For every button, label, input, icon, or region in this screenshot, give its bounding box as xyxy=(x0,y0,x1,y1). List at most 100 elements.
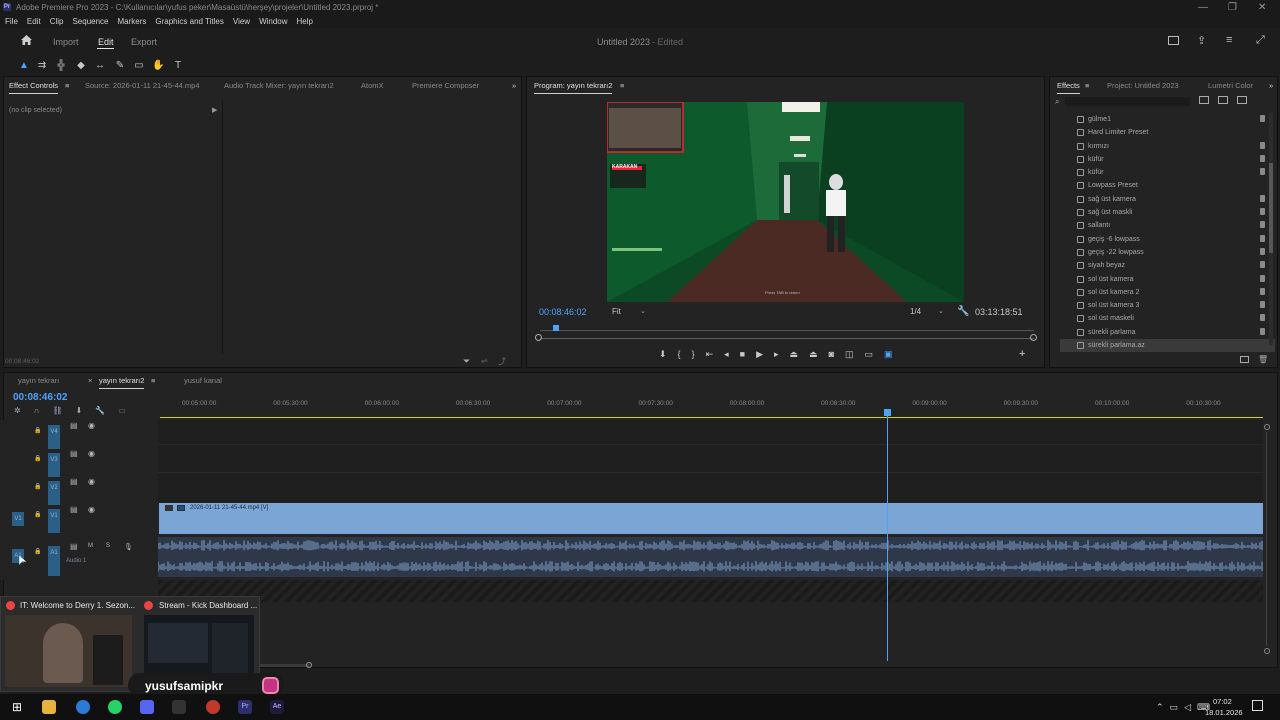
track-sync-icon[interactable]: ▤ xyxy=(70,505,78,514)
trash-icon[interactable] xyxy=(1260,274,1265,282)
effects-list-item[interactable]: Lowpass Preset xyxy=(1060,179,1275,192)
extract-icon[interactable]: ⏏ xyxy=(809,349,829,359)
volume-icon[interactable]: ◁ xyxy=(1184,702,1197,712)
preview-title-1[interactable]: IT: Welcome to Derry 1. Sezon... xyxy=(20,601,135,610)
tray-chevron-icon[interactable]: ⌃ xyxy=(1156,702,1170,712)
effects-list-item[interactable]: gülme1 xyxy=(1060,113,1275,126)
program-menu-icon[interactable]: ≡ xyxy=(620,81,624,90)
program-timecode[interactable]: 00:08:46:02 xyxy=(539,307,587,317)
preview-thumbnail-1[interactable] xyxy=(5,615,132,687)
effects-list-item[interactable]: geçiş -22 lowpass xyxy=(1060,246,1275,259)
zoom-select[interactable]: Fit xyxy=(612,307,621,316)
trash-icon[interactable] xyxy=(1260,115,1265,122)
menu-clip[interactable]: Clip xyxy=(50,17,64,26)
source-patch-v1[interactable]: V1 xyxy=(12,512,24,526)
hand-tool-icon[interactable]: ✋ xyxy=(152,60,164,72)
restore-icon[interactable]: ❐ xyxy=(1228,2,1237,13)
mark-out-icon[interactable]: } xyxy=(692,349,706,359)
track-target-a1[interactable]: A1 xyxy=(48,546,60,576)
safe-margins-icon[interactable]: ▭ xyxy=(865,349,885,359)
effects-list-item[interactable]: sürekli parlama xyxy=(1060,326,1275,339)
tab-source[interactable]: Source: 2026-01-11 21-45-44.mp4 xyxy=(85,81,200,90)
program-mini-playhead[interactable] xyxy=(553,325,559,331)
eye-icon[interactable]: ◉ xyxy=(88,421,95,430)
accelerated-effects-icon[interactable] xyxy=(1199,96,1209,104)
rectangle-tool-icon[interactable]: ▭ xyxy=(133,60,145,72)
track-lock-icon[interactable]: 🔒 xyxy=(34,511,41,518)
tab-effect-controls[interactable]: Effect Controls xyxy=(9,81,59,94)
loop-icon[interactable]: ⇌ xyxy=(481,356,488,365)
trash-icon[interactable] xyxy=(1260,261,1265,269)
add-marker-icon[interactable]: ⬇ xyxy=(76,406,96,415)
stop-icon[interactable]: ■ xyxy=(740,349,756,359)
tab-premiere-composer[interactable]: Premiere Composer xyxy=(412,81,479,90)
slip-tool-icon[interactable]: ↔ xyxy=(94,60,106,72)
panel-menu-icon[interactable]: ≡ xyxy=(65,81,69,90)
trash-icon[interactable] xyxy=(1260,141,1265,149)
vertical-scrollbar[interactable] xyxy=(1266,432,1267,646)
trash-icon[interactable] xyxy=(1260,327,1265,335)
menu-view[interactable]: View xyxy=(233,17,250,26)
effects-list-item[interactable]: sağ üst kamera xyxy=(1060,193,1275,206)
menu-file[interactable]: File xyxy=(5,17,18,26)
effects-list-item[interactable]: Hard Limiter Preset xyxy=(1060,126,1275,139)
zoom-chevron-icon[interactable]: ⌄ xyxy=(640,307,646,315)
playhead-handle[interactable] xyxy=(884,409,891,416)
effects-list-item[interactable]: sol üst maskeli xyxy=(1060,312,1275,325)
program-scrub-bar[interactable] xyxy=(540,338,1034,339)
trash-icon[interactable] xyxy=(1260,221,1265,229)
step-forward-icon[interactable]: ▸ xyxy=(774,349,790,359)
search-icon[interactable]: ⌕ xyxy=(1055,97,1059,107)
nest-icon[interactable]: ✲ xyxy=(14,406,34,415)
time-ruler[interactable]: 00:05:00:00 00:05:30:00 00:06:00:00 00:06:3… xyxy=(160,400,1260,410)
tab-sequence-2[interactable]: yayın tekrarı2 xyxy=(99,376,145,389)
marker-icon[interactable]: ⬇ xyxy=(659,349,678,359)
menu-sequence[interactable]: Sequence xyxy=(72,17,108,26)
resolution-select[interactable]: 1/4 xyxy=(910,307,921,316)
filter-icon[interactable]: ⏷ xyxy=(463,356,470,367)
effects-menu-icon[interactable]: ≡ xyxy=(1085,81,1089,90)
effects-list-item[interactable]: küfür xyxy=(1060,153,1275,166)
menu-graphics[interactable]: Graphics and Titles xyxy=(155,17,223,26)
tab-edit[interactable]: Edit xyxy=(98,37,114,47)
work-area-bar[interactable] xyxy=(160,417,1263,418)
trash-icon[interactable] xyxy=(1260,234,1265,242)
track-lock-icon[interactable]: 🔒 xyxy=(34,455,41,462)
expand-arrow-icon[interactable]: ▶ xyxy=(212,106,217,114)
step-back-icon[interactable]: ◂ xyxy=(724,349,740,359)
effects-list-item[interactable]: kırmızı xyxy=(1060,140,1275,153)
clock-date[interactable]: 18.01.2026 xyxy=(1205,708,1243,717)
track-sync-icon[interactable]: ▤ xyxy=(70,421,78,430)
effects-search-input[interactable] xyxy=(1065,97,1190,106)
effects-list-item[interactable]: geçiş -6 lowpass xyxy=(1060,233,1275,246)
selection-tool-icon[interactable]: ▲ xyxy=(18,60,30,72)
tab-import[interactable]: Import xyxy=(53,37,79,47)
discord-icon[interactable] xyxy=(140,700,154,714)
razor-tool-icon[interactable]: ◆ xyxy=(75,60,87,72)
tab-sequence-3[interactable]: yusuf kanal xyxy=(184,376,222,385)
program-video-frame[interactable]: KARAKAN Press TAB to return xyxy=(607,102,964,302)
comparison-icon[interactable]: ◫ xyxy=(845,349,865,359)
effects-list-item[interactable]: sol üst kamera xyxy=(1060,273,1275,286)
eye-icon[interactable]: ◉ xyxy=(88,449,95,458)
fullscreen-icon[interactable]: ⤢ xyxy=(1256,34,1265,47)
tab-export[interactable]: Export xyxy=(131,37,157,47)
chrome-taskbar-icon[interactable] xyxy=(76,700,90,714)
trash-icon[interactable] xyxy=(1260,208,1265,216)
ripple-edit-tool-icon[interactable]: ╬ xyxy=(55,60,67,72)
trash-icon[interactable] xyxy=(1260,194,1265,202)
effects-list-item[interactable]: sağ üst maskli xyxy=(1060,206,1275,219)
clock-time[interactable]: 07:02 xyxy=(1213,697,1232,706)
h-scroll-handle-icon[interactable] xyxy=(306,662,312,668)
video-tracks-area[interactable] xyxy=(158,420,1263,502)
play-icon[interactable]: ▶ xyxy=(756,349,774,359)
workspaces-icon[interactable] xyxy=(1168,36,1179,45)
tab-atomx[interactable]: AtomX xyxy=(361,81,384,90)
eye-icon[interactable]: ◉ xyxy=(88,505,95,514)
track-lock-icon[interactable]: 🔒 xyxy=(34,548,41,555)
tab-effects[interactable]: Effects xyxy=(1057,81,1080,94)
after-effects-icon[interactable]: Ae xyxy=(270,700,284,714)
solo-button[interactable]: S xyxy=(106,543,110,549)
trash-icon[interactable] xyxy=(1260,247,1265,255)
whatsapp-icon[interactable] xyxy=(108,700,122,714)
